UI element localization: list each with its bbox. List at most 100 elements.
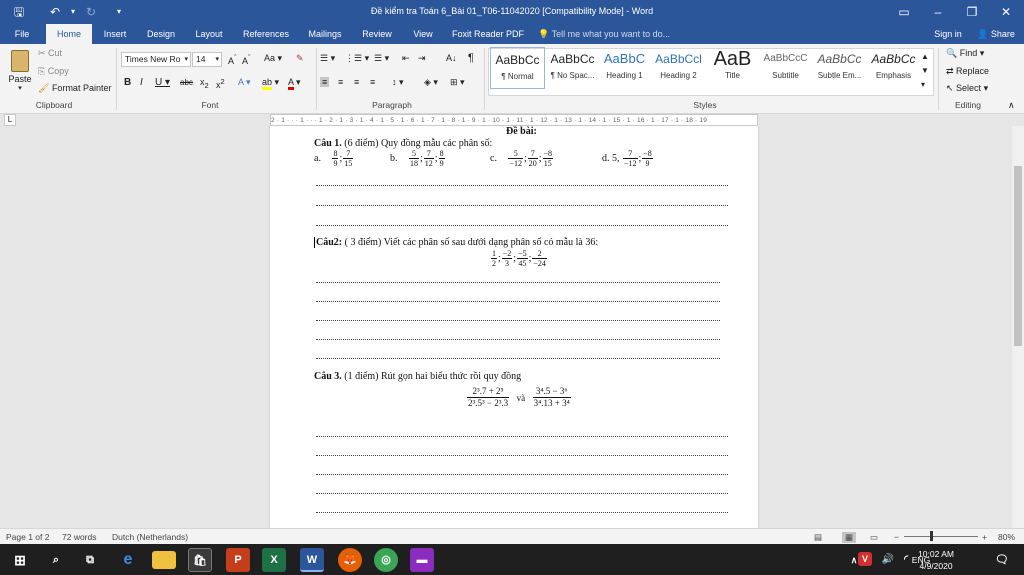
find-button[interactable]: 🔍 Find ▾ bbox=[946, 48, 984, 59]
style-title[interactable]: AaB Title bbox=[705, 47, 760, 89]
tab-insert[interactable]: Insert bbox=[96, 24, 134, 44]
style-emphasis[interactable]: AaBbCc Emphasis bbox=[866, 47, 921, 89]
tab-review[interactable]: Review bbox=[356, 24, 398, 44]
style-heading-2[interactable]: AaBbCcl Heading 2 bbox=[651, 47, 706, 89]
tell-me-search[interactable]: 💡 Tell me what you want to do... bbox=[538, 24, 698, 44]
strikethrough-button[interactable]: abc bbox=[180, 78, 193, 87]
show-marks-button[interactable]: ¶ bbox=[468, 52, 474, 64]
zoom-level[interactable]: 80% bbox=[998, 532, 1015, 542]
tab-layout[interactable]: Layout bbox=[188, 24, 230, 44]
shrink-font-button[interactable]: Aˇ bbox=[242, 53, 251, 66]
justify-button[interactable]: ≡ bbox=[370, 77, 375, 87]
zoom-in-button[interactable]: + bbox=[982, 532, 987, 542]
lightbulb-icon: 💡 bbox=[538, 29, 550, 39]
text-effects-button[interactable]: A ▾ bbox=[238, 77, 251, 88]
tab-home[interactable]: Home bbox=[46, 24, 92, 44]
multilevel-list-button[interactable]: ☰ ▾ bbox=[374, 53, 389, 64]
ruler-corner[interactable]: L bbox=[4, 114, 16, 126]
align-left-button[interactable]: ≡ bbox=[320, 77, 330, 87]
align-right-button[interactable]: ≡ bbox=[354, 77, 359, 87]
file-explorer-icon[interactable] bbox=[152, 551, 176, 569]
proofing-language[interactable]: Dutch (Netherlands) bbox=[112, 532, 188, 542]
bullets-button[interactable]: ☰ ▾ bbox=[320, 53, 335, 64]
word-icon[interactable]: W bbox=[300, 548, 324, 572]
numbering-button[interactable]: ⋮☰ ▾ bbox=[345, 53, 369, 64]
cut-button[interactable]: ✂ Cut bbox=[38, 48, 62, 59]
tab-mailings[interactable]: Mailings bbox=[302, 24, 348, 44]
font-group-label: Font bbox=[201, 100, 219, 110]
camtasia-icon[interactable]: ◎ bbox=[374, 548, 398, 572]
tab-references[interactable]: References bbox=[238, 24, 294, 44]
clock[interactable]: 10:02 AM 4/9/2020 bbox=[918, 548, 954, 572]
select-button[interactable]: ↖ Select ▾ bbox=[946, 83, 988, 94]
zoom-slider-thumb[interactable] bbox=[930, 531, 933, 541]
tab-foxit[interactable]: Foxit Reader PDF bbox=[448, 24, 528, 44]
style-heading-1[interactable]: AaBbC Heading 1 bbox=[597, 47, 652, 89]
zoom-slider[interactable] bbox=[904, 536, 978, 537]
firefox-icon[interactable]: 🦊 bbox=[338, 548, 362, 572]
font-size-select[interactable]: 14 ▾ bbox=[192, 52, 222, 67]
font-color-button[interactable]: A ▾ bbox=[288, 77, 301, 90]
excel-icon[interactable]: X bbox=[262, 548, 286, 572]
italic-button[interactable]: I bbox=[140, 77, 143, 88]
zoom-out-button[interactable]: − bbox=[894, 532, 899, 542]
change-case-button[interactable]: Aa ▾ bbox=[264, 53, 282, 64]
print-layout-icon[interactable]: ▦ bbox=[842, 532, 857, 543]
style-normal[interactable]: AaBbCc ¶ Normal bbox=[490, 47, 545, 89]
powerpoint-icon[interactable]: P bbox=[226, 548, 250, 572]
line-spacing-button[interactable]: ↕ ▾ bbox=[392, 77, 404, 88]
sort-button[interactable]: A↓ bbox=[446, 53, 457, 63]
paste-button[interactable]: Paste ▾ bbox=[6, 48, 34, 96]
style-subtitle[interactable]: AaBbCcC Subtitle bbox=[758, 47, 813, 89]
underline-button[interactable]: U ▾ bbox=[155, 77, 170, 88]
highlight-color-button[interactable]: ab ▾ bbox=[262, 77, 279, 90]
increase-indent-button[interactable]: ⇥ bbox=[418, 53, 426, 64]
document-area[interactable]: Đề bài: Câu 1. (6 điểm) Quy đồng mẫu các… bbox=[0, 126, 1012, 528]
clear-formatting-icon[interactable]: ✎ bbox=[296, 53, 304, 64]
minimize-button[interactable]: – bbox=[920, 0, 956, 24]
tab-design[interactable]: Design bbox=[140, 24, 182, 44]
replace-button[interactable]: ⇄ Replace bbox=[946, 66, 989, 77]
read-mode-icon[interactable]: ▤ bbox=[814, 532, 822, 543]
q1-item-c: c. 5 −12; 7 20; −8 15 bbox=[490, 149, 554, 168]
format-painter-button[interactable]: 🖌 Format Painter bbox=[38, 83, 111, 94]
search-icon[interactable]: ⌕ bbox=[44, 548, 68, 572]
task-view-icon[interactable]: ⧉ bbox=[78, 548, 102, 572]
grow-font-button[interactable]: Aˆ bbox=[228, 53, 237, 66]
style-subtle-emphasis[interactable]: AaBbCc Subtle Em... bbox=[812, 47, 867, 89]
shading-button[interactable]: ◈ ▾ bbox=[424, 77, 438, 88]
subscript-button[interactable]: x2 bbox=[200, 77, 209, 90]
flag-app-icon[interactable]: ▬ bbox=[410, 548, 434, 572]
web-layout-icon[interactable]: ▭ bbox=[870, 532, 878, 543]
share-button[interactable]: 👤 Share bbox=[972, 24, 1020, 44]
superscript-button[interactable]: x2 bbox=[216, 77, 225, 90]
maximize-button[interactable]: ❐ bbox=[954, 0, 990, 24]
horizontal-ruler[interactable]: 2 · 1 · · · 1 · · · 1 · 2 · 1 · 3 · 1 · … bbox=[270, 114, 758, 126]
store-icon[interactable]: 🛍 bbox=[188, 548, 212, 572]
copy-button[interactable]: ⎘ Copy bbox=[38, 66, 69, 77]
page-count[interactable]: Page 1 of 2 bbox=[6, 532, 49, 542]
antivirus-icon[interactable]: V bbox=[858, 552, 872, 566]
answer-line bbox=[316, 455, 728, 456]
notifications-icon[interactable]: 🗨 bbox=[990, 548, 1014, 572]
windows-start-icon[interactable]: ⊞ bbox=[8, 548, 32, 572]
scrollbar-thumb[interactable] bbox=[1014, 166, 1022, 346]
font-family-select[interactable]: Times New Ro ▾ bbox=[121, 52, 191, 67]
close-button[interactable]: ✕ bbox=[988, 0, 1024, 24]
sign-in-link[interactable]: Sign in bbox=[928, 24, 968, 44]
vertical-scrollbar[interactable] bbox=[1012, 126, 1024, 528]
align-center-button[interactable]: ≡ bbox=[338, 77, 343, 87]
decrease-indent-button[interactable]: ⇤ bbox=[402, 53, 410, 64]
style-no-spacing[interactable]: AaBbCc ¶ No Spac... bbox=[545, 47, 600, 89]
word-count[interactable]: 72 words bbox=[62, 532, 97, 542]
tab-view[interactable]: View bbox=[406, 24, 440, 44]
bold-button[interactable]: B bbox=[124, 77, 131, 88]
styles-more-button[interactable]: ▲ ▼ ▾ bbox=[921, 50, 929, 92]
document-page[interactable]: Đề bài: Câu 1. (6 điểm) Quy đồng mẫu các… bbox=[270, 126, 758, 528]
ribbon-display-options-button[interactable]: ▭ bbox=[886, 0, 922, 24]
ribbon-tabs: File Home Insert Design Layout Reference… bbox=[0, 24, 1024, 44]
collapse-ribbon-icon[interactable]: ∧ bbox=[1008, 100, 1015, 111]
edge-icon[interactable]: e bbox=[116, 548, 140, 572]
borders-button[interactable]: ⊞ ▾ bbox=[450, 77, 465, 88]
tab-file[interactable]: File bbox=[6, 24, 38, 44]
